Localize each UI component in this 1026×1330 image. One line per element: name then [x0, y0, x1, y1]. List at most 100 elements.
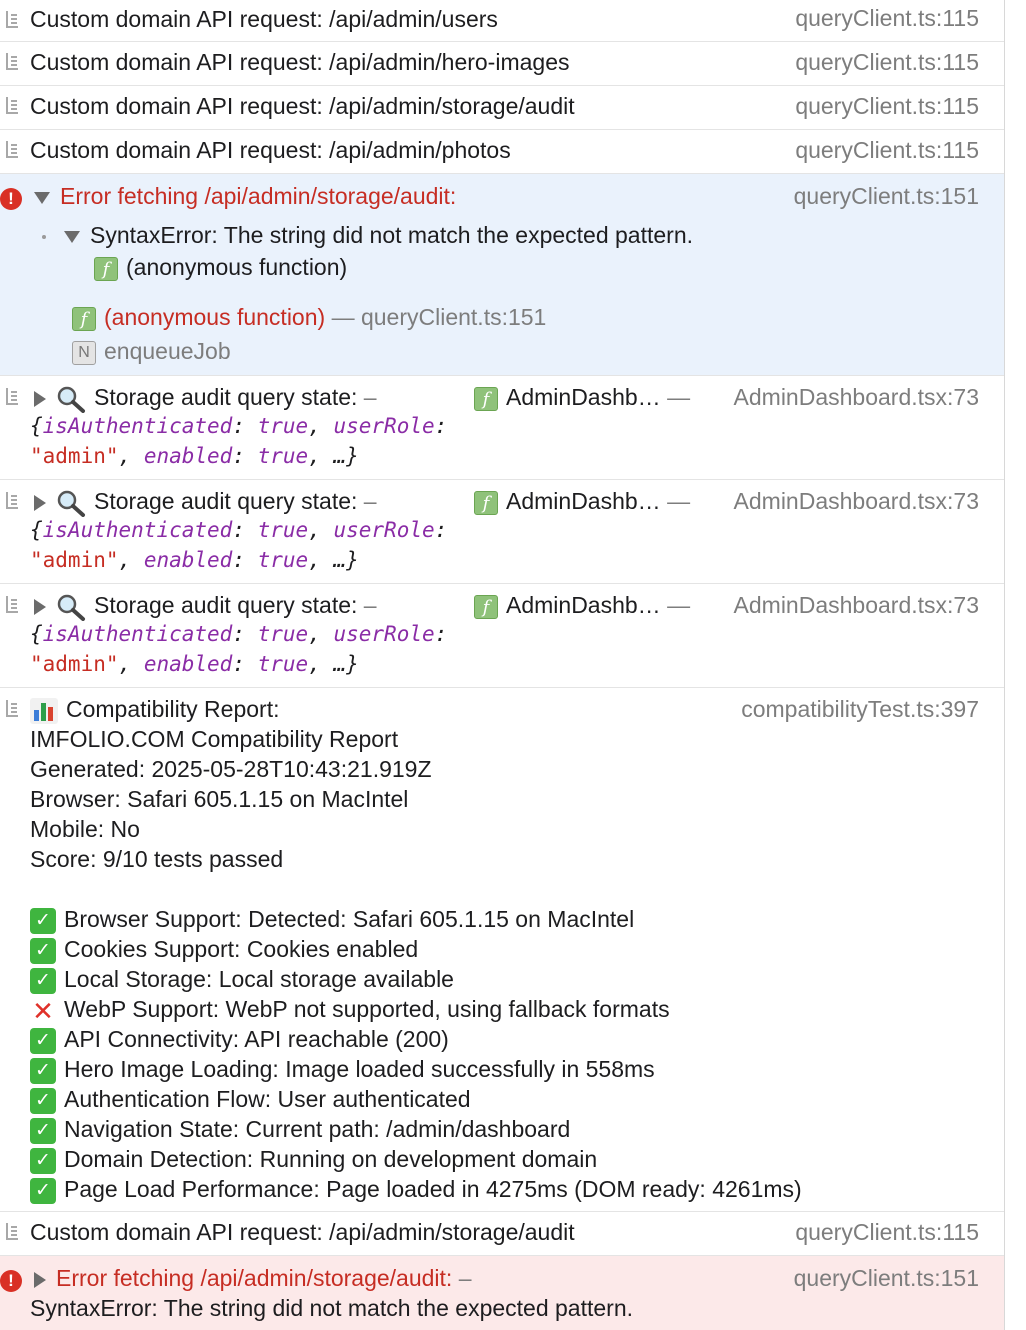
- component-ref[interactable]: f AdminDashb… —: [474, 488, 690, 515]
- object-preview-cont: "admin", enabled: true, …}: [30, 548, 359, 572]
- report-test-item: ✕ WebP Support: WebP not supported, using…: [30, 996, 670, 1024]
- stack-frame-source-link[interactable]: queryClient.ts:151: [361, 304, 546, 330]
- object-preview[interactable]: {isAuthenticated: true, userRole:: [30, 414, 447, 438]
- log-entry-icon: [6, 53, 18, 70]
- log-source-link[interactable]: queryClient.ts:115: [795, 137, 979, 164]
- report-line: Mobile: No: [30, 816, 140, 842]
- function-icon: f: [474, 490, 498, 515]
- bar-chart-icon: [30, 697, 58, 724]
- report-line: IMFOLIO.COM Compatibility Report: [30, 726, 399, 752]
- report-test-text: Navigation State: Current path: /admin/d…: [64, 1116, 571, 1142]
- error-icon: !: [0, 188, 22, 210]
- error-source-link[interactable]: queryClient.ts:151: [794, 183, 979, 210]
- console-log: Custom domain API request: /api/admin/us…: [0, 0, 1004, 1330]
- log-row[interactable]: Custom domain API request: /api/admin/ph…: [0, 130, 1004, 174]
- check-mark-icon: ✓: [30, 1147, 56, 1174]
- log-source-link[interactable]: AdminDashboard.tsx:73: [734, 592, 979, 619]
- log-entry-icon: [6, 388, 18, 405]
- log-entry-icon: [6, 700, 18, 717]
- log-row[interactable]: Custom domain API request: /api/admin/he…: [0, 42, 1004, 86]
- collapse-triangle-icon[interactable]: [64, 230, 80, 243]
- report-test-item: ✓ Hero Image Loading: Image loaded succes…: [30, 1056, 655, 1084]
- compatibility-report-row[interactable]: Compatibility Report: compatibilityTest.…: [0, 688, 1004, 1212]
- audit-header[interactable]: Storage audit query state: –: [34, 592, 377, 621]
- log-entry-icon: [6, 97, 18, 114]
- expand-triangle-icon[interactable]: [34, 598, 46, 615]
- inner-stack-frame[interactable]: f (anonymous function): [94, 254, 347, 281]
- report-test-item: ✓ Cookies Support: Cookies enabled: [30, 936, 418, 964]
- report-test-text: Page Load Performance: Page loaded in 42…: [64, 1176, 802, 1202]
- audit-header[interactable]: Storage audit query state: –: [34, 384, 377, 413]
- log-entry-icon: [6, 492, 18, 509]
- check-mark-icon: ✓: [30, 1027, 56, 1054]
- report-test-text: Domain Detection: Running on development…: [64, 1146, 598, 1172]
- report-test-item: ✓ API Connectivity: API reachable (200): [30, 1026, 449, 1054]
- error-row-expanded[interactable]: ! Error fetching /api/admin/storage/audi…: [0, 174, 1004, 376]
- report-test-item: ✓ Authentication Flow: User authenticated: [30, 1086, 471, 1114]
- report-test-text: Hero Image Loading: Image loaded success…: [64, 1056, 655, 1082]
- log-source-link[interactable]: AdminDashboard.tsx:73: [734, 488, 979, 515]
- log-source-link[interactable]: queryClient.ts:115: [795, 5, 979, 32]
- expand-triangle-icon[interactable]: [34, 494, 46, 511]
- function-icon: f: [94, 256, 118, 281]
- report-line: Browser: Safari 605.1.15 on MacIntel: [30, 786, 409, 812]
- log-entry-icon: [6, 596, 18, 613]
- error-header[interactable]: Error fetching /api/admin/storage/audit:: [34, 183, 456, 210]
- report-test-text: Authentication Flow: User authenticated: [64, 1086, 471, 1112]
- report-line: Score: 9/10 tests passed: [30, 846, 284, 872]
- check-mark-icon: ✓: [30, 1177, 56, 1204]
- report-title: Compatibility Report:: [30, 696, 279, 724]
- error-source-link[interactable]: queryClient.ts:151: [794, 1265, 979, 1292]
- report-test-item: ✓ Browser Support: Detected: Safari 605.1…: [30, 906, 634, 934]
- log-source-link[interactable]: queryClient.ts:115: [795, 1219, 979, 1246]
- magnifying-glass-icon: [57, 594, 85, 621]
- check-mark-icon: ✓: [30, 907, 56, 934]
- check-mark-icon: ✓: [30, 1087, 56, 1114]
- log-row[interactable]: Custom domain API request: /api/admin/st…: [0, 1212, 1004, 1256]
- function-icon: f: [474, 386, 498, 411]
- audit-header[interactable]: Storage audit query state: –: [34, 488, 377, 517]
- log-message: Custom domain API request: /api/admin/us…: [30, 6, 498, 32]
- object-preview[interactable]: {isAuthenticated: true, userRole:: [30, 622, 447, 646]
- magnifying-glass-icon: [57, 386, 85, 413]
- check-mark-icon: ✓: [30, 1057, 56, 1084]
- report-test-text: API Connectivity: API reachable (200): [64, 1026, 449, 1052]
- object-preview[interactable]: {isAuthenticated: true, userRole:: [30, 518, 447, 542]
- component-ref[interactable]: f AdminDashb… —: [474, 592, 690, 619]
- log-source-link[interactable]: queryClient.ts:115: [795, 93, 979, 120]
- log-entry-icon: [6, 1223, 18, 1240]
- log-entry-icon: [6, 141, 18, 158]
- audit-log-row[interactable]: Storage audit query state: – f AdminDashb…: [0, 480, 1004, 584]
- error-row-collapsed[interactable]: ! Error fetching /api/admin/storage/audi…: [0, 1256, 1004, 1330]
- log-source-link[interactable]: queryClient.ts:115: [795, 49, 979, 76]
- report-test-item: ✓ Navigation State: Current path: /admin/…: [30, 1116, 570, 1144]
- check-mark-icon: ✓: [30, 967, 56, 994]
- object-preview-cont: "admin", enabled: true, …}: [30, 652, 359, 676]
- log-source-link[interactable]: AdminDashboard.tsx:73: [734, 384, 979, 411]
- collapse-triangle-icon[interactable]: [34, 191, 50, 204]
- component-ref[interactable]: f AdminDashb… —: [474, 384, 690, 411]
- syntax-error-node[interactable]: SyntaxError: The string did not match th…: [42, 222, 693, 249]
- syntax-error-text: SyntaxError: The string did not match th…: [30, 1295, 634, 1321]
- check-mark-icon: ✓: [30, 1117, 56, 1144]
- audit-log-row[interactable]: Storage audit query state: – f AdminDashb…: [0, 584, 1004, 688]
- report-test-text: Local Storage: Local storage available: [64, 966, 454, 992]
- audit-log-row[interactable]: Storage audit query state: – f AdminDashb…: [0, 376, 1004, 480]
- report-test-text: Cookies Support: Cookies enabled: [64, 936, 419, 962]
- log-source-link[interactable]: compatibilityTest.ts:397: [741, 696, 979, 723]
- panel-divider: [1004, 0, 1005, 1330]
- native-code-icon: N: [72, 340, 96, 365]
- stack-frame[interactable]: f (anonymous function) — queryClient.ts:1…: [72, 304, 546, 331]
- expand-triangle-icon[interactable]: [34, 390, 46, 407]
- magnifying-glass-icon: [57, 490, 85, 517]
- report-test-item: ✓ Local Storage: Local storage available: [30, 966, 454, 994]
- log-entry-icon: [6, 11, 18, 28]
- log-row[interactable]: Custom domain API request: /api/admin/st…: [0, 86, 1004, 130]
- stack-frame[interactable]: NenqueueJob: [72, 338, 231, 365]
- function-icon: f: [474, 594, 498, 619]
- expand-triangle-icon[interactable]: [34, 1271, 46, 1288]
- log-row[interactable]: Custom domain API request: /api/admin/us…: [0, 0, 1004, 42]
- error-header[interactable]: Error fetching /api/admin/storage/audit:…: [34, 1265, 472, 1292]
- log-message: Custom domain API request: /api/admin/ph…: [30, 137, 511, 163]
- cross-mark-icon: ✕: [32, 995, 54, 1026]
